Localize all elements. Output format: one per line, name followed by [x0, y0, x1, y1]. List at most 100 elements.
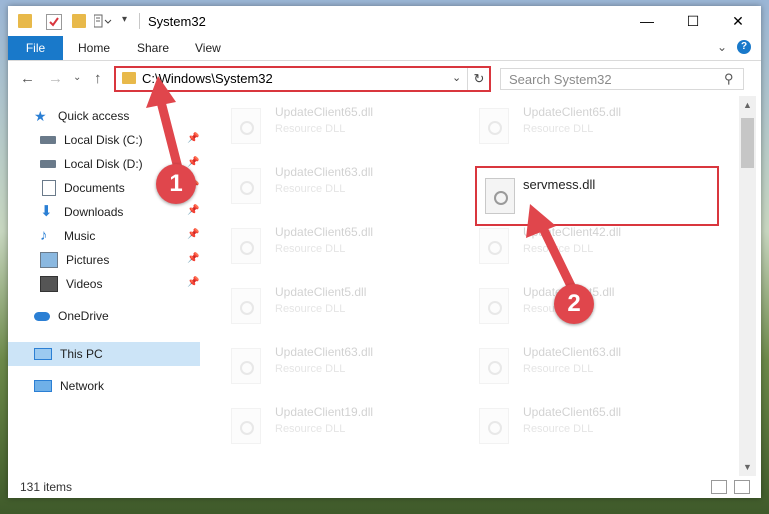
- callout-1: 1: [156, 164, 196, 204]
- scroll-thumb[interactable]: [741, 118, 754, 168]
- tab-share[interactable]: Share: [137, 41, 169, 55]
- file-type: Resource DLL: [275, 123, 346, 135]
- back-icon[interactable]: ←: [20, 70, 35, 87]
- explorer-window: ▾ System32 — ☐ ✕ File Home Share View ⌄ …: [8, 6, 761, 498]
- sidebar-item-label: Music: [64, 229, 96, 243]
- navigation-pane: ★ Quick access Local Disk (C:) 📌 Local D…: [8, 96, 208, 476]
- file-name: UpdateClient65.dll: [275, 105, 374, 119]
- pin-icon[interactable]: 📌: [187, 205, 199, 216]
- download-icon: ⬇: [40, 203, 53, 220]
- music-icon: ♪: [40, 227, 48, 244]
- sidebar-item-this-pc[interactable]: This PC: [8, 342, 200, 366]
- file-item[interactable]: UpdateClient65.dll Resource DLL: [457, 100, 687, 150]
- sidebar-item-label: Videos: [66, 277, 103, 291]
- customize-toolbar-icon[interactable]: [93, 14, 112, 28]
- sidebar-item-pictures[interactable]: Pictures 📌: [8, 248, 200, 272]
- quick-access-dropdown-icon[interactable]: ▾: [122, 14, 136, 28]
- sidebar-item-label: Network: [60, 379, 105, 393]
- file-item-servmess[interactable]: servmess.dll: [475, 166, 719, 226]
- address-dropdown-icon[interactable]: ⌄: [452, 71, 461, 84]
- file-item[interactable]: UpdateClient63.dll Resource DLL: [457, 340, 687, 390]
- drive-icon: [40, 136, 56, 144]
- network-icon: [34, 380, 52, 392]
- dll-file-icon: [231, 228, 261, 264]
- callout-2: 2: [554, 284, 594, 324]
- scroll-down-icon[interactable]: ▼: [743, 462, 752, 472]
- file-name: UpdateClient65.dll: [523, 105, 622, 119]
- tab-file[interactable]: File: [8, 36, 63, 60]
- pictures-icon: [40, 252, 58, 268]
- file-name: UpdateClient19.dll: [275, 405, 374, 419]
- close-button[interactable]: ✕: [715, 6, 761, 36]
- sidebar-item-label: Quick access: [58, 109, 130, 123]
- navigation-bar: ← → ⌄ ↑ C:\Windows\System32 ⌄ ↻ Search S…: [8, 61, 761, 95]
- address-bar[interactable]: C:\Windows\System32 ⌄ ↻: [114, 66, 491, 92]
- expand-ribbon-icon[interactable]: ⌄: [717, 40, 727, 54]
- dll-file-icon: [231, 288, 261, 324]
- folder-icon: [18, 14, 32, 28]
- file-item[interactable]: UpdateClient42.dll Resource DLL: [457, 220, 687, 270]
- sidebar-item-network[interactable]: Network: [8, 374, 200, 398]
- computer-icon: [34, 348, 52, 360]
- file-name: UpdateClient63.dll: [523, 345, 622, 359]
- search-icon[interactable]: ⚲: [724, 71, 734, 87]
- file-type: Resource DLL: [275, 303, 346, 315]
- file-item[interactable]: UpdateClient63.dll Resource DLL: [209, 160, 439, 210]
- file-item[interactable]: UpdateClient65.dll Resource DLL: [209, 100, 439, 150]
- properties-icon[interactable]: [46, 14, 62, 30]
- dll-file-icon: [231, 408, 261, 444]
- sidebar-item-music[interactable]: ♪ Music 📌: [8, 224, 200, 248]
- file-type: Resource DLL: [275, 183, 346, 195]
- file-type: Resource DLL: [523, 423, 594, 435]
- pin-icon[interactable]: 📌: [187, 229, 199, 240]
- search-placeholder: Search System32: [509, 72, 612, 87]
- ribbon: File Home Share View ⌄ ?: [8, 36, 761, 61]
- file-item[interactable]: UpdateClient65.dll Resource DLL: [457, 400, 687, 450]
- file-item[interactable]: UpdateClient19.dll Resource DLL: [209, 400, 439, 450]
- dll-file-icon: [479, 228, 509, 264]
- file-type: Resource DLL: [523, 243, 594, 255]
- address-path[interactable]: C:\Windows\System32: [142, 71, 273, 86]
- file-item[interactable]: UpdateClient5.dll Resource DLL: [209, 280, 439, 330]
- maximize-button[interactable]: ☐: [670, 6, 716, 36]
- file-name: UpdateClient5.dll: [275, 285, 367, 299]
- scroll-up-icon[interactable]: ▲: [743, 100, 752, 110]
- title-bar: ▾ System32 — ☐ ✕: [8, 6, 761, 36]
- help-icon[interactable]: ?: [737, 40, 751, 54]
- refresh-icon[interactable]: ↻: [467, 68, 490, 90]
- sidebar-item-label: Pictures: [66, 253, 110, 267]
- file-item[interactable]: UpdateClient63.dll Resource DLL: [209, 340, 439, 390]
- vertical-scrollbar[interactable]: ▲ ▼: [739, 96, 756, 476]
- sidebar-item-onedrive[interactable]: OneDrive: [8, 304, 200, 328]
- minimize-button[interactable]: —: [624, 6, 670, 36]
- tab-home[interactable]: Home: [78, 41, 110, 55]
- file-type: Resource DLL: [523, 123, 594, 135]
- sidebar-item-label: OneDrive: [58, 309, 109, 323]
- pin-icon[interactable]: 📌: [187, 253, 199, 264]
- dll-file-icon: [479, 288, 509, 324]
- large-icons-view-icon[interactable]: [734, 480, 750, 494]
- forward-icon[interactable]: →: [48, 70, 63, 87]
- status-bar: 131 items: [8, 476, 761, 498]
- pin-icon[interactable]: 📌: [187, 277, 199, 288]
- tab-view[interactable]: View: [195, 41, 221, 55]
- item-count: 131 items: [20, 480, 73, 494]
- search-input[interactable]: Search System32 ⚲: [500, 68, 744, 90]
- dll-file-icon: [479, 408, 509, 444]
- details-view-icon[interactable]: [711, 480, 727, 494]
- file-name: servmess.dll: [523, 177, 596, 192]
- folder-icon: [122, 72, 136, 84]
- sidebar-item-quick-access[interactable]: ★ Quick access: [8, 104, 200, 128]
- sidebar-item-local-disk-c[interactable]: Local Disk (C:) 📌: [8, 128, 200, 152]
- new-folder-icon[interactable]: [72, 14, 86, 28]
- sidebar-item-videos[interactable]: Videos 📌: [8, 272, 200, 296]
- file-item[interactable]: UpdateClient65.dll Resource DLL: [209, 220, 439, 270]
- dll-file-icon: [479, 348, 509, 384]
- dll-file-icon: [479, 108, 509, 144]
- pin-icon[interactable]: 📌: [187, 133, 199, 144]
- pin-icon[interactable]: 📌: [187, 157, 199, 168]
- recent-locations-icon[interactable]: ⌄: [73, 72, 81, 83]
- up-icon[interactable]: ↑: [94, 70, 102, 87]
- documents-icon: [42, 180, 56, 196]
- cloud-icon: [34, 311, 50, 321]
